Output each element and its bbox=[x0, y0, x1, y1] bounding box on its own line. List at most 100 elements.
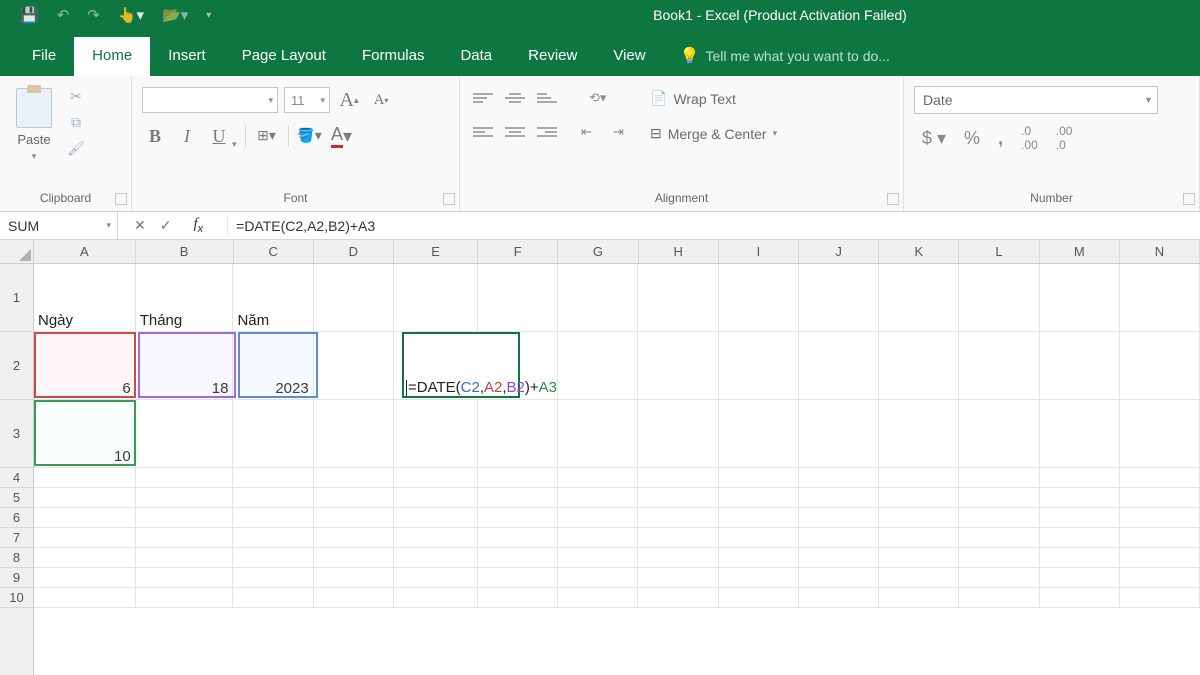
cell[interactable] bbox=[1040, 264, 1120, 331]
cell[interactable] bbox=[719, 332, 799, 399]
decrease-indent-icon[interactable]: ⇤ bbox=[578, 120, 604, 144]
fill-color-button[interactable]: 🪣▾ bbox=[297, 122, 323, 150]
cell[interactable] bbox=[879, 332, 959, 399]
col-header[interactable]: C bbox=[234, 240, 314, 263]
enter-formula-icon[interactable]: ✓ bbox=[160, 217, 172, 234]
cell[interactable] bbox=[1120, 264, 1200, 331]
cell[interactable] bbox=[799, 332, 879, 399]
bold-button[interactable]: B bbox=[142, 122, 168, 150]
col-header[interactable]: G bbox=[558, 240, 638, 263]
row-header[interactable]: 10 bbox=[0, 588, 33, 608]
cell[interactable]: 2023 bbox=[233, 332, 313, 399]
col-header[interactable]: K bbox=[879, 240, 959, 263]
cell[interactable] bbox=[136, 400, 234, 467]
tab-formulas[interactable]: Formulas bbox=[344, 37, 443, 76]
cell[interactable] bbox=[1120, 400, 1200, 467]
col-header[interactable]: M bbox=[1040, 240, 1120, 263]
col-header[interactable]: J bbox=[799, 240, 879, 263]
row-header[interactable]: 6 bbox=[0, 508, 33, 528]
tab-page-layout[interactable]: Page Layout bbox=[224, 37, 344, 76]
cell[interactable] bbox=[233, 400, 313, 467]
decrease-decimal-icon[interactable]: .00.0 bbox=[1056, 124, 1073, 152]
clipboard-dialog-launcher[interactable] bbox=[115, 193, 127, 205]
merge-center-button[interactable]: ⊟ Merge & Center ▾ bbox=[650, 125, 777, 142]
col-header[interactable]: H bbox=[639, 240, 719, 263]
cell[interactable] bbox=[558, 264, 638, 331]
cell[interactable]: Ngày bbox=[34, 264, 136, 331]
formula-input[interactable]: =DATE(C2,A2,B2)+A3 bbox=[228, 218, 1200, 234]
font-name-combo[interactable] bbox=[142, 87, 278, 113]
row-header[interactable]: 7 bbox=[0, 528, 33, 548]
tell-me[interactable]: 💡 Tell me what you want to do... bbox=[664, 46, 890, 76]
touch-mode-icon[interactable]: 👆▾ bbox=[118, 6, 144, 24]
cancel-formula-icon[interactable]: ✕ bbox=[134, 217, 146, 234]
comma-format-icon[interactable]: , bbox=[998, 128, 1003, 149]
cell[interactable]: Tháng bbox=[136, 264, 234, 331]
font-size-combo[interactable]: 11 bbox=[284, 87, 330, 113]
undo-icon[interactable]: ↶ bbox=[57, 6, 70, 24]
align-right-icon[interactable] bbox=[534, 120, 560, 144]
cell[interactable] bbox=[394, 264, 478, 331]
cell[interactable] bbox=[638, 400, 718, 467]
cell[interactable] bbox=[558, 400, 638, 467]
col-header[interactable]: D bbox=[314, 240, 394, 263]
decrease-font-icon[interactable]: A▾ bbox=[368, 86, 394, 114]
cell[interactable] bbox=[1120, 332, 1200, 399]
increase-indent-icon[interactable]: ⇥ bbox=[610, 120, 636, 144]
cell[interactable] bbox=[719, 400, 799, 467]
col-header[interactable]: F bbox=[478, 240, 558, 263]
tab-insert[interactable]: Insert bbox=[150, 37, 224, 76]
cell[interactable] bbox=[1040, 400, 1120, 467]
font-color-button[interactable]: A▾ bbox=[329, 122, 355, 150]
underline-button[interactable]: U bbox=[206, 122, 232, 150]
row-header[interactable]: 9 bbox=[0, 568, 33, 588]
cell[interactable] bbox=[478, 400, 558, 467]
row-header[interactable]: 5 bbox=[0, 488, 33, 508]
cell[interactable] bbox=[959, 332, 1039, 399]
col-header[interactable]: B bbox=[136, 240, 234, 263]
col-header[interactable]: L bbox=[959, 240, 1039, 263]
percent-format-icon[interactable]: % bbox=[964, 128, 980, 149]
open-icon[interactable]: 📂▾ bbox=[162, 6, 188, 24]
align-left-icon[interactable] bbox=[470, 120, 496, 144]
tab-review[interactable]: Review bbox=[510, 37, 595, 76]
select-all-corner[interactable] bbox=[0, 240, 33, 264]
in-cell-formula[interactable]: =DATE(C2,A2,B2)+A3 bbox=[404, 332, 559, 398]
cell[interactable] bbox=[314, 332, 394, 399]
tab-home[interactable]: Home bbox=[74, 37, 150, 76]
format-painter-icon[interactable]: 🖌 bbox=[66, 140, 86, 156]
align-bottom-icon[interactable] bbox=[534, 86, 560, 110]
cell[interactable]: Năm bbox=[233, 264, 313, 331]
cut-icon[interactable]: ✂ bbox=[66, 88, 86, 104]
qat-customize-icon[interactable]: ▾ bbox=[206, 10, 211, 21]
copy-icon[interactable]: ⧉ bbox=[66, 114, 86, 130]
redo-icon[interactable]: ↷ bbox=[87, 6, 100, 24]
col-header[interactable]: I bbox=[719, 240, 799, 263]
cell[interactable] bbox=[959, 264, 1039, 331]
cell[interactable] bbox=[478, 264, 558, 331]
cell[interactable] bbox=[314, 400, 394, 467]
align-top-icon[interactable] bbox=[470, 86, 496, 110]
paste-button[interactable]: Paste ▾ bbox=[10, 86, 58, 164]
accounting-format-icon[interactable]: $ ▾ bbox=[922, 128, 946, 149]
cell[interactable]: 18 bbox=[136, 332, 234, 399]
fx-icon[interactable]: fx bbox=[185, 216, 211, 235]
cell[interactable] bbox=[959, 400, 1039, 467]
cell[interactable] bbox=[638, 332, 718, 399]
italic-button[interactable]: I bbox=[174, 122, 200, 150]
cell[interactable]: 10 bbox=[34, 400, 136, 467]
row-header[interactable]: 1 bbox=[0, 264, 33, 332]
cell[interactable] bbox=[799, 264, 879, 331]
cell-grid[interactable]: Ngày Tháng Năm 6 18 2023 bbox=[34, 264, 1200, 608]
col-header[interactable]: A bbox=[34, 240, 136, 263]
cell[interactable]: 6 bbox=[34, 332, 136, 399]
orientation-icon[interactable]: ⟲▾ bbox=[586, 86, 612, 110]
cell[interactable] bbox=[314, 264, 394, 331]
border-button[interactable]: ⊞▾ bbox=[254, 122, 280, 150]
increase-decimal-icon[interactable]: .0.00 bbox=[1021, 124, 1038, 152]
name-box[interactable]: SUM bbox=[0, 212, 118, 239]
row-header[interactable]: 4 bbox=[0, 468, 33, 488]
cell[interactable] bbox=[394, 400, 478, 467]
cell[interactable] bbox=[1040, 332, 1120, 399]
cell[interactable] bbox=[879, 400, 959, 467]
